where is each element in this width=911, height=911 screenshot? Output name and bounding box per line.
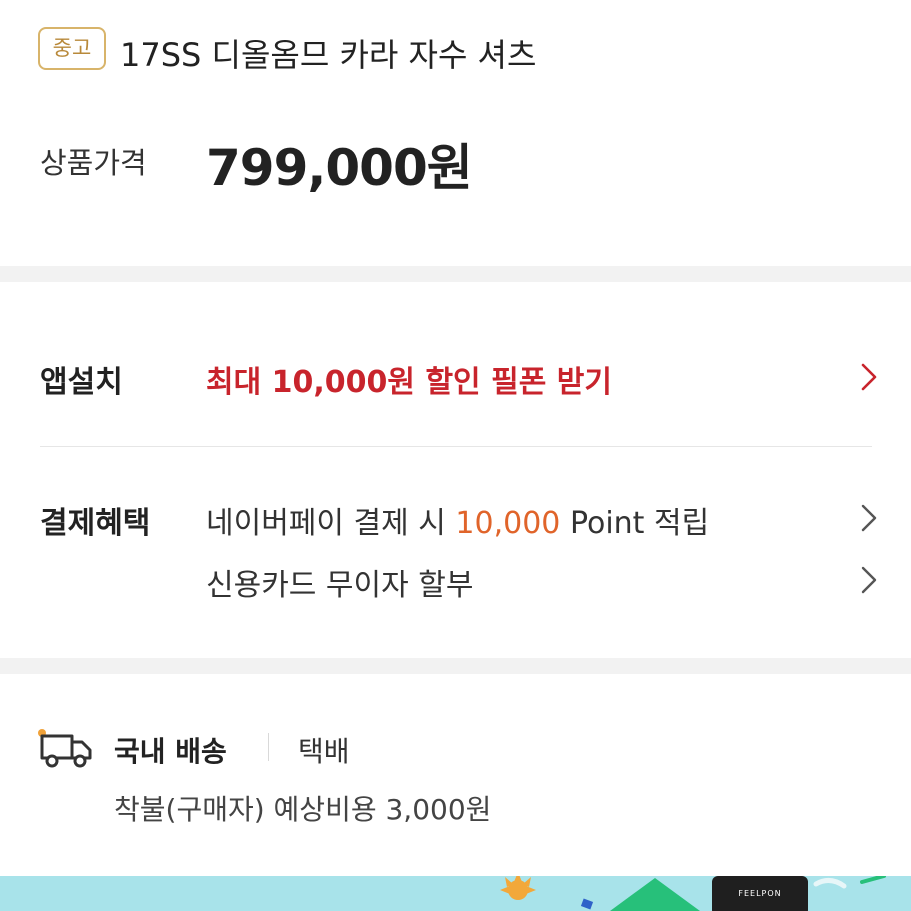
coupon-promo-link[interactable]: 최대 10,000원 할인 필폰 받기: [206, 357, 612, 401]
benefit-text-suffix: Point 적립: [560, 506, 710, 541]
vertical-divider: [268, 733, 269, 761]
naverpay-point-benefit[interactable]: 네이버페이 결제 시 10,000 Point 적립: [206, 498, 709, 542]
price-label: 상품가격: [40, 146, 147, 180]
banner-brand-text: FEELPON: [738, 889, 781, 898]
app-install-label: 앱설치: [40, 365, 123, 400]
chevron-right-icon[interactable]: [858, 564, 880, 596]
section-divider: [0, 266, 911, 282]
used-condition-badge: 중고: [38, 27, 106, 70]
delivery-truck-icon: [38, 729, 92, 768]
point-amount: 10,000: [455, 506, 561, 541]
shipping-type-label: 국내 배송: [114, 735, 227, 768]
product-title: 17SS 디올옴므 카라 자수 셔츠: [120, 36, 537, 74]
chevron-right-icon[interactable]: [858, 361, 880, 393]
card-installment-benefit[interactable]: 신용카드 무이자 할부: [206, 560, 473, 604]
payment-benefits-label: 결제혜택: [40, 506, 151, 541]
promo-banner[interactable]: FEELPON: [0, 876, 911, 911]
shipping-method: 택배: [298, 735, 350, 768]
benefit-text: 네이버페이 결제 시: [206, 506, 456, 541]
banner-illustration: FEELPON: [500, 876, 886, 911]
price-value: 799,000원: [206, 139, 473, 197]
chevron-right-icon[interactable]: [858, 502, 880, 534]
section-divider: [0, 658, 911, 674]
shipping-fee-info: 착불(구매자) 예상비용 3,000원: [114, 793, 492, 826]
row-separator: [40, 446, 872, 447]
